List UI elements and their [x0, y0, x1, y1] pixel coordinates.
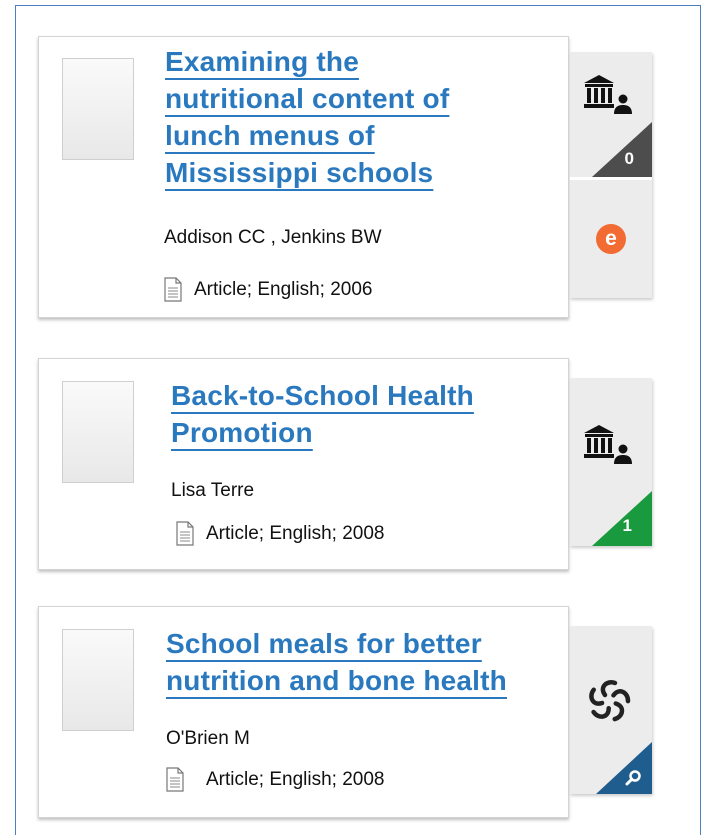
library-count-corner: [592, 122, 652, 177]
library-holdings-button[interactable]: 0: [570, 52, 652, 177]
pinwheel-icon: [589, 680, 631, 722]
result-title-line[interactable]: Promotion: [171, 414, 313, 451]
document-icon: [176, 521, 194, 546]
ebook-badge: e: [596, 224, 626, 254]
result-actions: 0 e: [570, 52, 652, 298]
library-user-icon: [584, 425, 632, 464]
document-icon: [164, 277, 182, 302]
result-card: School meals for better nutrition and bo…: [38, 606, 569, 818]
ebook-button[interactable]: e: [570, 180, 652, 298]
result-format: Article; English; 2006: [194, 278, 373, 300]
result-format-line: Article; English; 2008: [166, 767, 385, 792]
result-title-line[interactable]: School meals for better: [166, 625, 482, 662]
result-format: Article; English; 2008: [206, 522, 385, 544]
library-count: 1: [622, 516, 632, 535]
result-format: Article; English; 2008: [206, 768, 385, 790]
result-card: Examining the nutritional content of lun…: [38, 36, 569, 318]
result-title-line[interactable]: Mississippi schools: [165, 154, 433, 191]
library-user-icon: [584, 75, 632, 114]
result-title-line[interactable]: Examining the: [165, 43, 359, 80]
result-authors: Lisa Terre: [171, 480, 255, 501]
document-icon: [166, 767, 184, 792]
cover-thumbnail[interactable]: [62, 629, 134, 731]
library-holdings-button[interactable]: 1: [570, 378, 652, 546]
cover-thumbnail[interactable]: [62, 58, 134, 160]
cover-thumbnail[interactable]: [62, 381, 134, 483]
result-title-line[interactable]: Back-to-School Health: [171, 377, 474, 414]
search-icon: [625, 770, 641, 786]
result-authors: Addison CC , Jenkins BW: [164, 227, 382, 248]
result-title-line[interactable]: nutrition and bone health: [166, 662, 507, 699]
library-count: 0: [624, 149, 634, 168]
result-title-line[interactable]: lunch menus of: [165, 117, 375, 154]
result-card: Back-to-School Health Promotion Lisa Ter…: [38, 358, 569, 570]
find-source-button[interactable]: [570, 626, 652, 794]
result-actions: [570, 626, 652, 794]
result-format-line: Article; English; 2006: [164, 277, 373, 302]
result-title-line[interactable]: nutritional content of: [165, 80, 449, 117]
result-actions: 1: [570, 378, 652, 546]
result-format-line: Article; English; 2008: [176, 521, 385, 546]
result-authors: O'Brien M: [166, 728, 250, 749]
